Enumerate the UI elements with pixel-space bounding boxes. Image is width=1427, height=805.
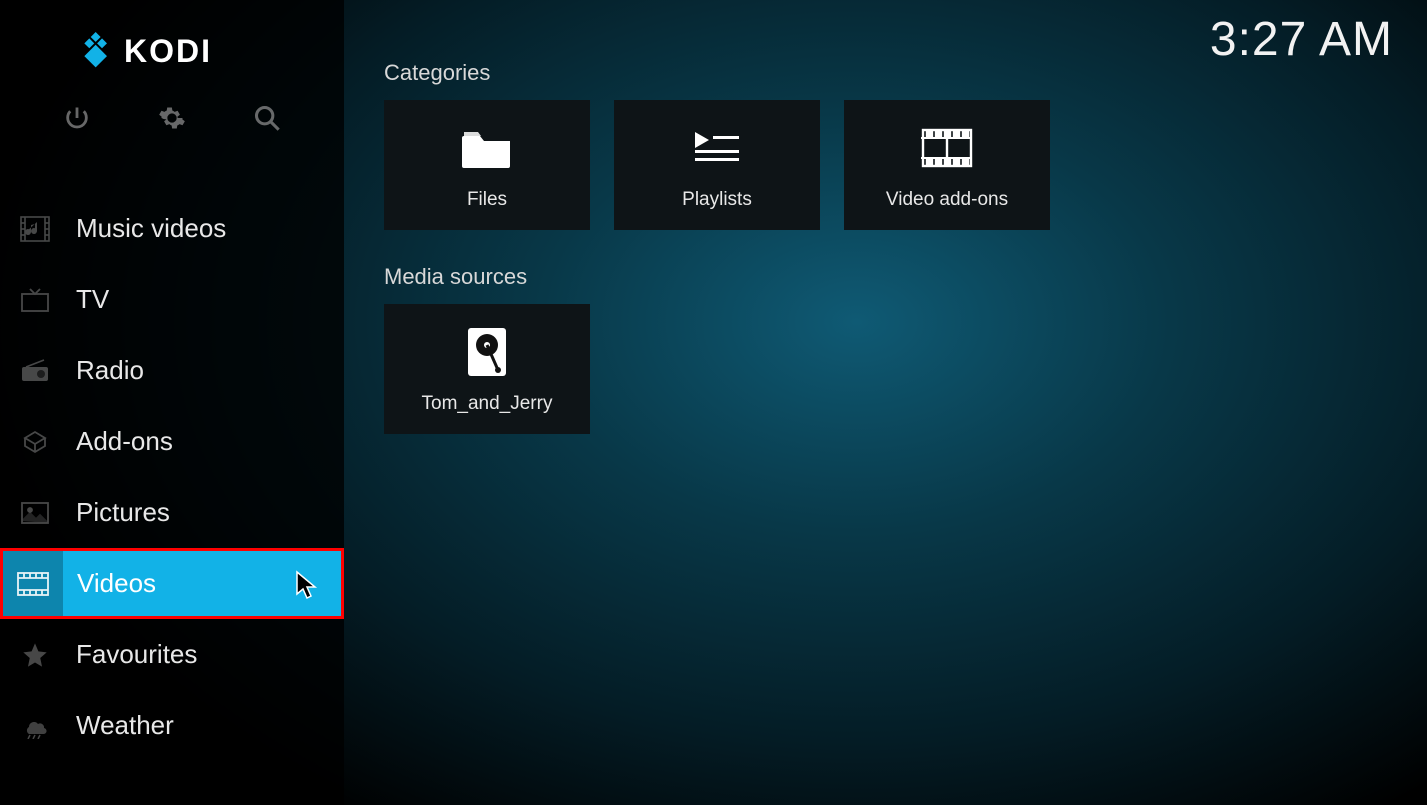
tv-icon: [16, 287, 54, 313]
addons-icon: [16, 428, 54, 456]
sidebar: KODI: [0, 0, 344, 805]
card-label: Playlists: [682, 189, 752, 211]
media-source-item[interactable]: Tom_and_Jerry: [384, 304, 590, 434]
utility-row: [0, 80, 344, 167]
pictures-icon: [16, 501, 54, 525]
brand-name: KODI: [124, 33, 212, 70]
sidebar-item-favourites[interactable]: Favourites: [0, 619, 344, 690]
folder-icon: [460, 119, 514, 177]
sidebar-item-label: Add-ons: [76, 426, 173, 457]
sidebar-item-radio[interactable]: Radio: [0, 335, 344, 406]
sidebar-item-tv[interactable]: TV: [0, 264, 344, 335]
content-area: Categories Files Playlists: [384, 60, 1407, 468]
favourites-icon: [16, 641, 54, 669]
sidebar-item-weather[interactable]: Weather: [0, 690, 344, 761]
category-playlists[interactable]: Playlists: [614, 100, 820, 230]
power-button[interactable]: [63, 104, 91, 137]
settings-button[interactable]: [158, 104, 186, 137]
sidebar-item-label: Weather: [76, 710, 174, 741]
kodi-logo-icon: [70, 29, 110, 74]
category-video-addons[interactable]: Video add-ons: [844, 100, 1050, 230]
category-files[interactable]: Files: [384, 100, 590, 230]
media-sources-row: Tom_and_Jerry: [384, 304, 1407, 434]
card-label: Video add-ons: [886, 189, 1008, 211]
logo-row: KODI: [0, 0, 344, 80]
card-label: Files: [467, 189, 507, 211]
clock: 3:27 AM: [1210, 12, 1393, 67]
playlist-icon: [691, 119, 743, 177]
sidebar-item-videos[interactable]: Videos: [0, 548, 344, 619]
search-button[interactable]: [253, 104, 281, 137]
sidebar-item-addons[interactable]: Add-ons: [0, 406, 344, 477]
sidebar-item-label: Videos: [77, 568, 156, 599]
sidebar-item-label: Music videos: [76, 213, 226, 244]
main-menu: Music videos TV Radio: [0, 193, 344, 761]
radio-icon: [16, 359, 54, 383]
sidebar-item-label: Radio: [76, 355, 144, 386]
sidebar-item-label: Pictures: [76, 497, 170, 528]
sidebar-item-label: Favourites: [76, 639, 197, 670]
sidebar-item-pictures[interactable]: Pictures: [0, 477, 344, 548]
harddrive-icon: [466, 323, 508, 381]
videos-icon: [14, 572, 52, 596]
sidebar-item-music-videos[interactable]: Music videos: [0, 193, 344, 264]
categories-title: Categories: [384, 60, 1407, 86]
music-video-icon: [16, 216, 54, 242]
film-icon: [921, 119, 973, 177]
sidebar-item-label: TV: [76, 284, 109, 315]
media-sources-title: Media sources: [384, 264, 1407, 290]
categories-row: Files Playlists: [384, 100, 1407, 230]
card-label: Tom_and_Jerry: [422, 393, 553, 415]
weather-icon: [16, 713, 54, 739]
